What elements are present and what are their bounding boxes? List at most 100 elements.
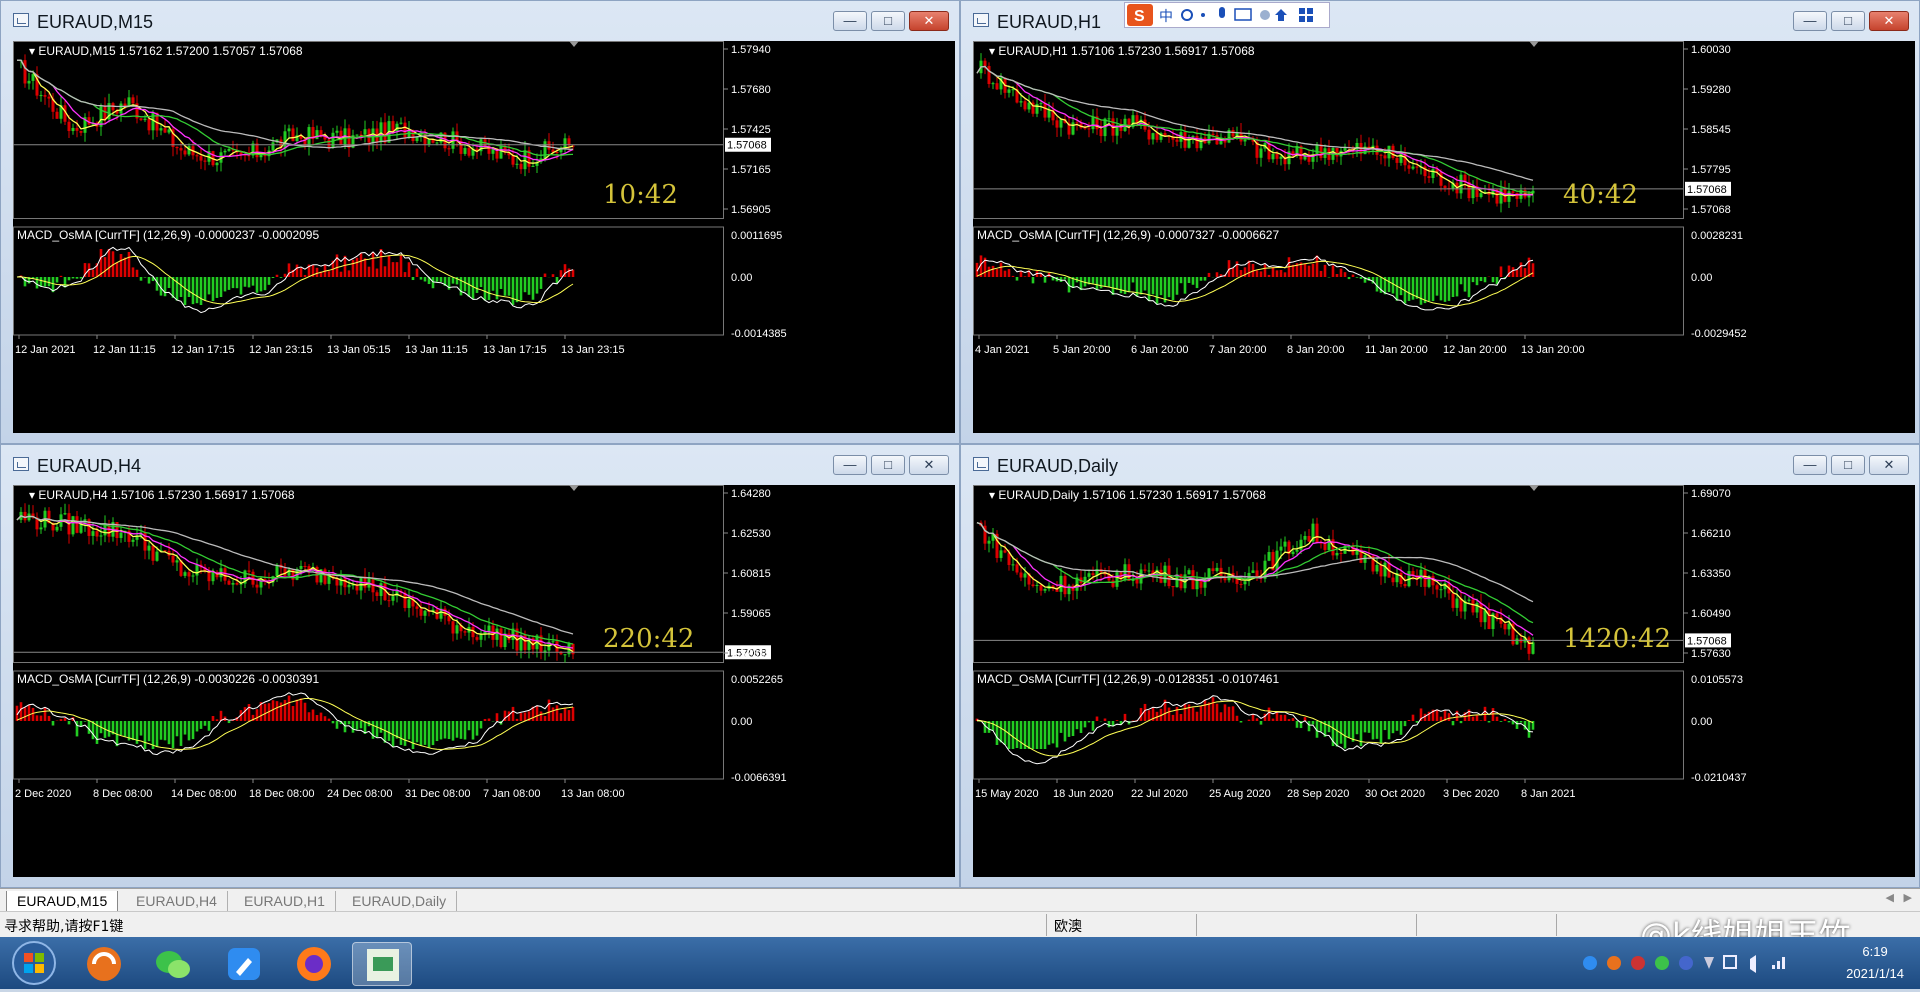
candle-body: [1336, 553, 1339, 555]
histogram-bar: [564, 708, 567, 721]
candle-body: [564, 138, 567, 147]
candle-body: [1144, 569, 1147, 570]
histogram-bar: [1016, 721, 1019, 748]
status-bar: 寻求帮助,请按F1键 欧澳: [0, 911, 1920, 938]
chart-canvas[interactable]: ▾ EURAUD,H4 1.57106 1.57230 1.56917 1.57…: [13, 485, 955, 877]
histogram-bar: [212, 277, 215, 301]
candle-body: [336, 131, 339, 133]
histogram-bar: [188, 721, 191, 740]
histogram-bar: [1100, 277, 1103, 288]
candle-body: [64, 513, 67, 514]
close-button[interactable]: ✕: [1869, 11, 1909, 31]
tab-scroll-right-icon[interactable]: ▶: [1904, 891, 1912, 904]
candle-body: [228, 149, 231, 151]
minimize-button[interactable]: —: [1793, 455, 1827, 475]
candle-body: [1152, 133, 1155, 139]
histogram-bar: [1028, 721, 1031, 749]
tab-euraud-h1[interactable]: EURAUD,H1: [234, 891, 336, 911]
histogram-bar: [1036, 721, 1039, 749]
histogram-bar: [1096, 717, 1099, 721]
time-axis-label: 13 Jan 20:00: [1521, 344, 1585, 356]
histogram-bar: [1272, 267, 1275, 277]
candle-body: [1316, 524, 1319, 543]
close-button[interactable]: ✕: [909, 455, 949, 475]
maximize-button[interactable]: □: [1831, 455, 1865, 475]
histogram-bar: [148, 721, 151, 741]
chart-area[interactable]: ▾ EURAUD,Daily 1.57106 1.57230 1.56917 1…: [973, 485, 1915, 877]
taskbar-app-wechat-icon[interactable]: [144, 942, 204, 986]
chart-window-h1[interactable]: EURAUD,H1 — □ ✕ ▾ EURAUD,H1 1.57106 1.57…: [960, 0, 1920, 444]
taskbar-app-trading-terminal-icon[interactable]: [352, 942, 412, 986]
histogram-bar: [572, 270, 575, 277]
histogram-bar: [1412, 277, 1415, 300]
histogram-bar: [416, 721, 419, 742]
maximize-button[interactable]: □: [1831, 11, 1865, 31]
histogram-bar: [1384, 721, 1387, 730]
candle-body: [1340, 553, 1343, 554]
time-axis-label: 15 May 2020: [975, 788, 1039, 800]
tab-scroll-left-icon[interactable]: ◀: [1886, 891, 1894, 904]
histogram-bar: [1212, 697, 1215, 721]
histogram-bar: [224, 277, 227, 291]
candle-body: [248, 570, 251, 571]
ime-toolbar[interactable]: S 中: [1124, 2, 1330, 28]
histogram-bar: [1080, 721, 1083, 733]
candle-body: [1148, 130, 1151, 140]
minimize-button[interactable]: —: [833, 11, 867, 31]
chart-shift-marker-icon: [1529, 485, 1539, 491]
tab-euraud-daily[interactable]: EURAUD,Daily: [342, 891, 457, 911]
window-titlebar[interactable]: EURAUD,M15 — □ ✕: [1, 1, 959, 43]
histogram-bar: [1508, 721, 1511, 722]
chart-canvas[interactable]: ▾ EURAUD,H1 1.57106 1.57230 1.56917 1.57…: [973, 41, 1915, 433]
symbol-info-text: ▾ EURAUD,M15 1.57162 1.57200 1.57057 1.5…: [29, 44, 303, 58]
minimize-button[interactable]: —: [1793, 11, 1827, 31]
candle-body: [148, 119, 151, 131]
taskbar-app-firefox-icon[interactable]: [284, 942, 344, 986]
candle-body: [1188, 570, 1191, 574]
system-tray[interactable]: [1580, 949, 1820, 979]
maximize-button[interactable]: □: [871, 11, 905, 31]
histogram-bar: [480, 721, 483, 728]
close-button[interactable]: ✕: [909, 11, 949, 31]
histogram-bar: [1480, 720, 1483, 721]
chart-area[interactable]: ▾ EURAUD,M15 1.57162 1.57200 1.57057 1.5…: [13, 41, 955, 433]
candle-body: [224, 151, 227, 152]
chart-canvas[interactable]: ▾ EURAUD,Daily 1.57106 1.57230 1.56917 1…: [973, 485, 1915, 877]
time-axis-label: 12 Jan 17:15: [171, 344, 235, 356]
histogram-bar: [1172, 715, 1175, 721]
histogram-bar: [1140, 277, 1143, 294]
chart-area[interactable]: ▾ EURAUD,H4 1.57106 1.57230 1.56917 1.57…: [13, 485, 955, 877]
window-titlebar[interactable]: EURAUD,H1 — □ ✕: [961, 1, 1919, 43]
taskbar-app-notes-icon[interactable]: [214, 942, 274, 986]
tab-euraud-h4[interactable]: EURAUD,H4: [126, 891, 228, 911]
candle-body: [384, 122, 387, 142]
maximize-button[interactable]: □: [871, 455, 905, 475]
histogram-bar: [1472, 717, 1475, 721]
price-axis-label: 1.60030: [1691, 44, 1731, 56]
candle-body: [92, 531, 95, 536]
histogram-bar: [1452, 277, 1455, 297]
chart-window-m15[interactable]: EURAUD,M15 — □ ✕ ▾ EURAUD,M15 1.57162 1.…: [0, 0, 960, 444]
histogram-bar: [180, 277, 183, 297]
moving-average-line: [17, 516, 573, 644]
taskbar-clock[interactable]: 6:19 2021/1/14: [1846, 941, 1904, 985]
candle-body: [284, 131, 287, 148]
histogram-bar: [60, 719, 63, 721]
histogram-bar: [404, 721, 407, 746]
tab-euraud-m15[interactable]: EURAUD,M15: [6, 891, 118, 912]
time-axis-label: 8 Jan 2021: [1521, 788, 1575, 800]
histogram-bar: [1320, 271, 1323, 277]
candle-body: [1208, 568, 1211, 578]
minimize-button[interactable]: —: [833, 455, 867, 475]
window-titlebar[interactable]: EURAUD,H4 — □ ✕: [1, 445, 959, 487]
chart-canvas[interactable]: ▾ EURAUD,M15 1.57162 1.57200 1.57057 1.5…: [13, 41, 955, 433]
chart-window-h4[interactable]: EURAUD,H4 — □ ✕ ▾ EURAUD,H4 1.57106 1.57…: [0, 444, 960, 888]
chart-window-daily[interactable]: EURAUD,Daily — □ ✕ ▾ EURAUD,Daily 1.5710…: [960, 444, 1920, 888]
window-titlebar[interactable]: EURAUD,Daily — □ ✕: [961, 445, 1919, 487]
candle-body: [1460, 175, 1463, 194]
close-button[interactable]: ✕: [1869, 455, 1909, 475]
taskbar-app-browser-icon[interactable]: [74, 942, 134, 986]
candle-body: [144, 119, 147, 120]
start-button[interactable]: [0, 937, 70, 989]
chart-area[interactable]: ▾ EURAUD,H1 1.57106 1.57230 1.56917 1.57…: [973, 41, 1915, 433]
